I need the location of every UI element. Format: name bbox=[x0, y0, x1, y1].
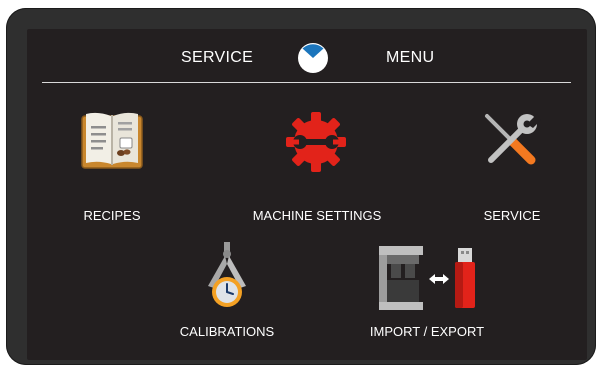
header-title-service: SERVICE bbox=[181, 49, 254, 66]
tile-service-label: SERVICE bbox=[483, 208, 541, 223]
tile-recipes-label: RECIPES bbox=[83, 208, 141, 223]
tile-calibrations[interactable]: CALIBRATIONS bbox=[172, 242, 282, 342]
caliper-clock-icon bbox=[208, 242, 246, 307]
home-button[interactable] bbox=[297, 42, 329, 74]
tile-recipes[interactable]: RECIPES bbox=[62, 102, 162, 223]
tile-machine-settings-label: MACHINE SETTINGS bbox=[252, 208, 382, 223]
tile-calibrations-label: CALIBRATIONS bbox=[179, 324, 275, 339]
header-divider bbox=[42, 82, 571, 83]
tile-import-export-label: IMPORT / EXPORT bbox=[369, 324, 485, 339]
tile-import-export[interactable]: IMPORT / EXPORT bbox=[357, 242, 497, 342]
header-title-menu: MENU bbox=[386, 49, 435, 66]
tile-service[interactable]: SERVICE bbox=[467, 102, 557, 223]
gear-wrench-icon bbox=[286, 112, 346, 172]
device-bezel: SERVICE MENU RECIPES MACHINE SETTINGS SE… bbox=[6, 8, 596, 365]
clock-home-icon bbox=[298, 43, 328, 73]
recipe-book-icon bbox=[81, 112, 143, 169]
tile-machine-settings[interactable]: MACHINE SETTINGS bbox=[242, 102, 392, 223]
service-menu-screen: SERVICE MENU RECIPES MACHINE SETTINGS SE… bbox=[27, 29, 587, 360]
machine-usb-transfer-icon bbox=[379, 246, 475, 310]
tools-icon bbox=[485, 114, 541, 165]
